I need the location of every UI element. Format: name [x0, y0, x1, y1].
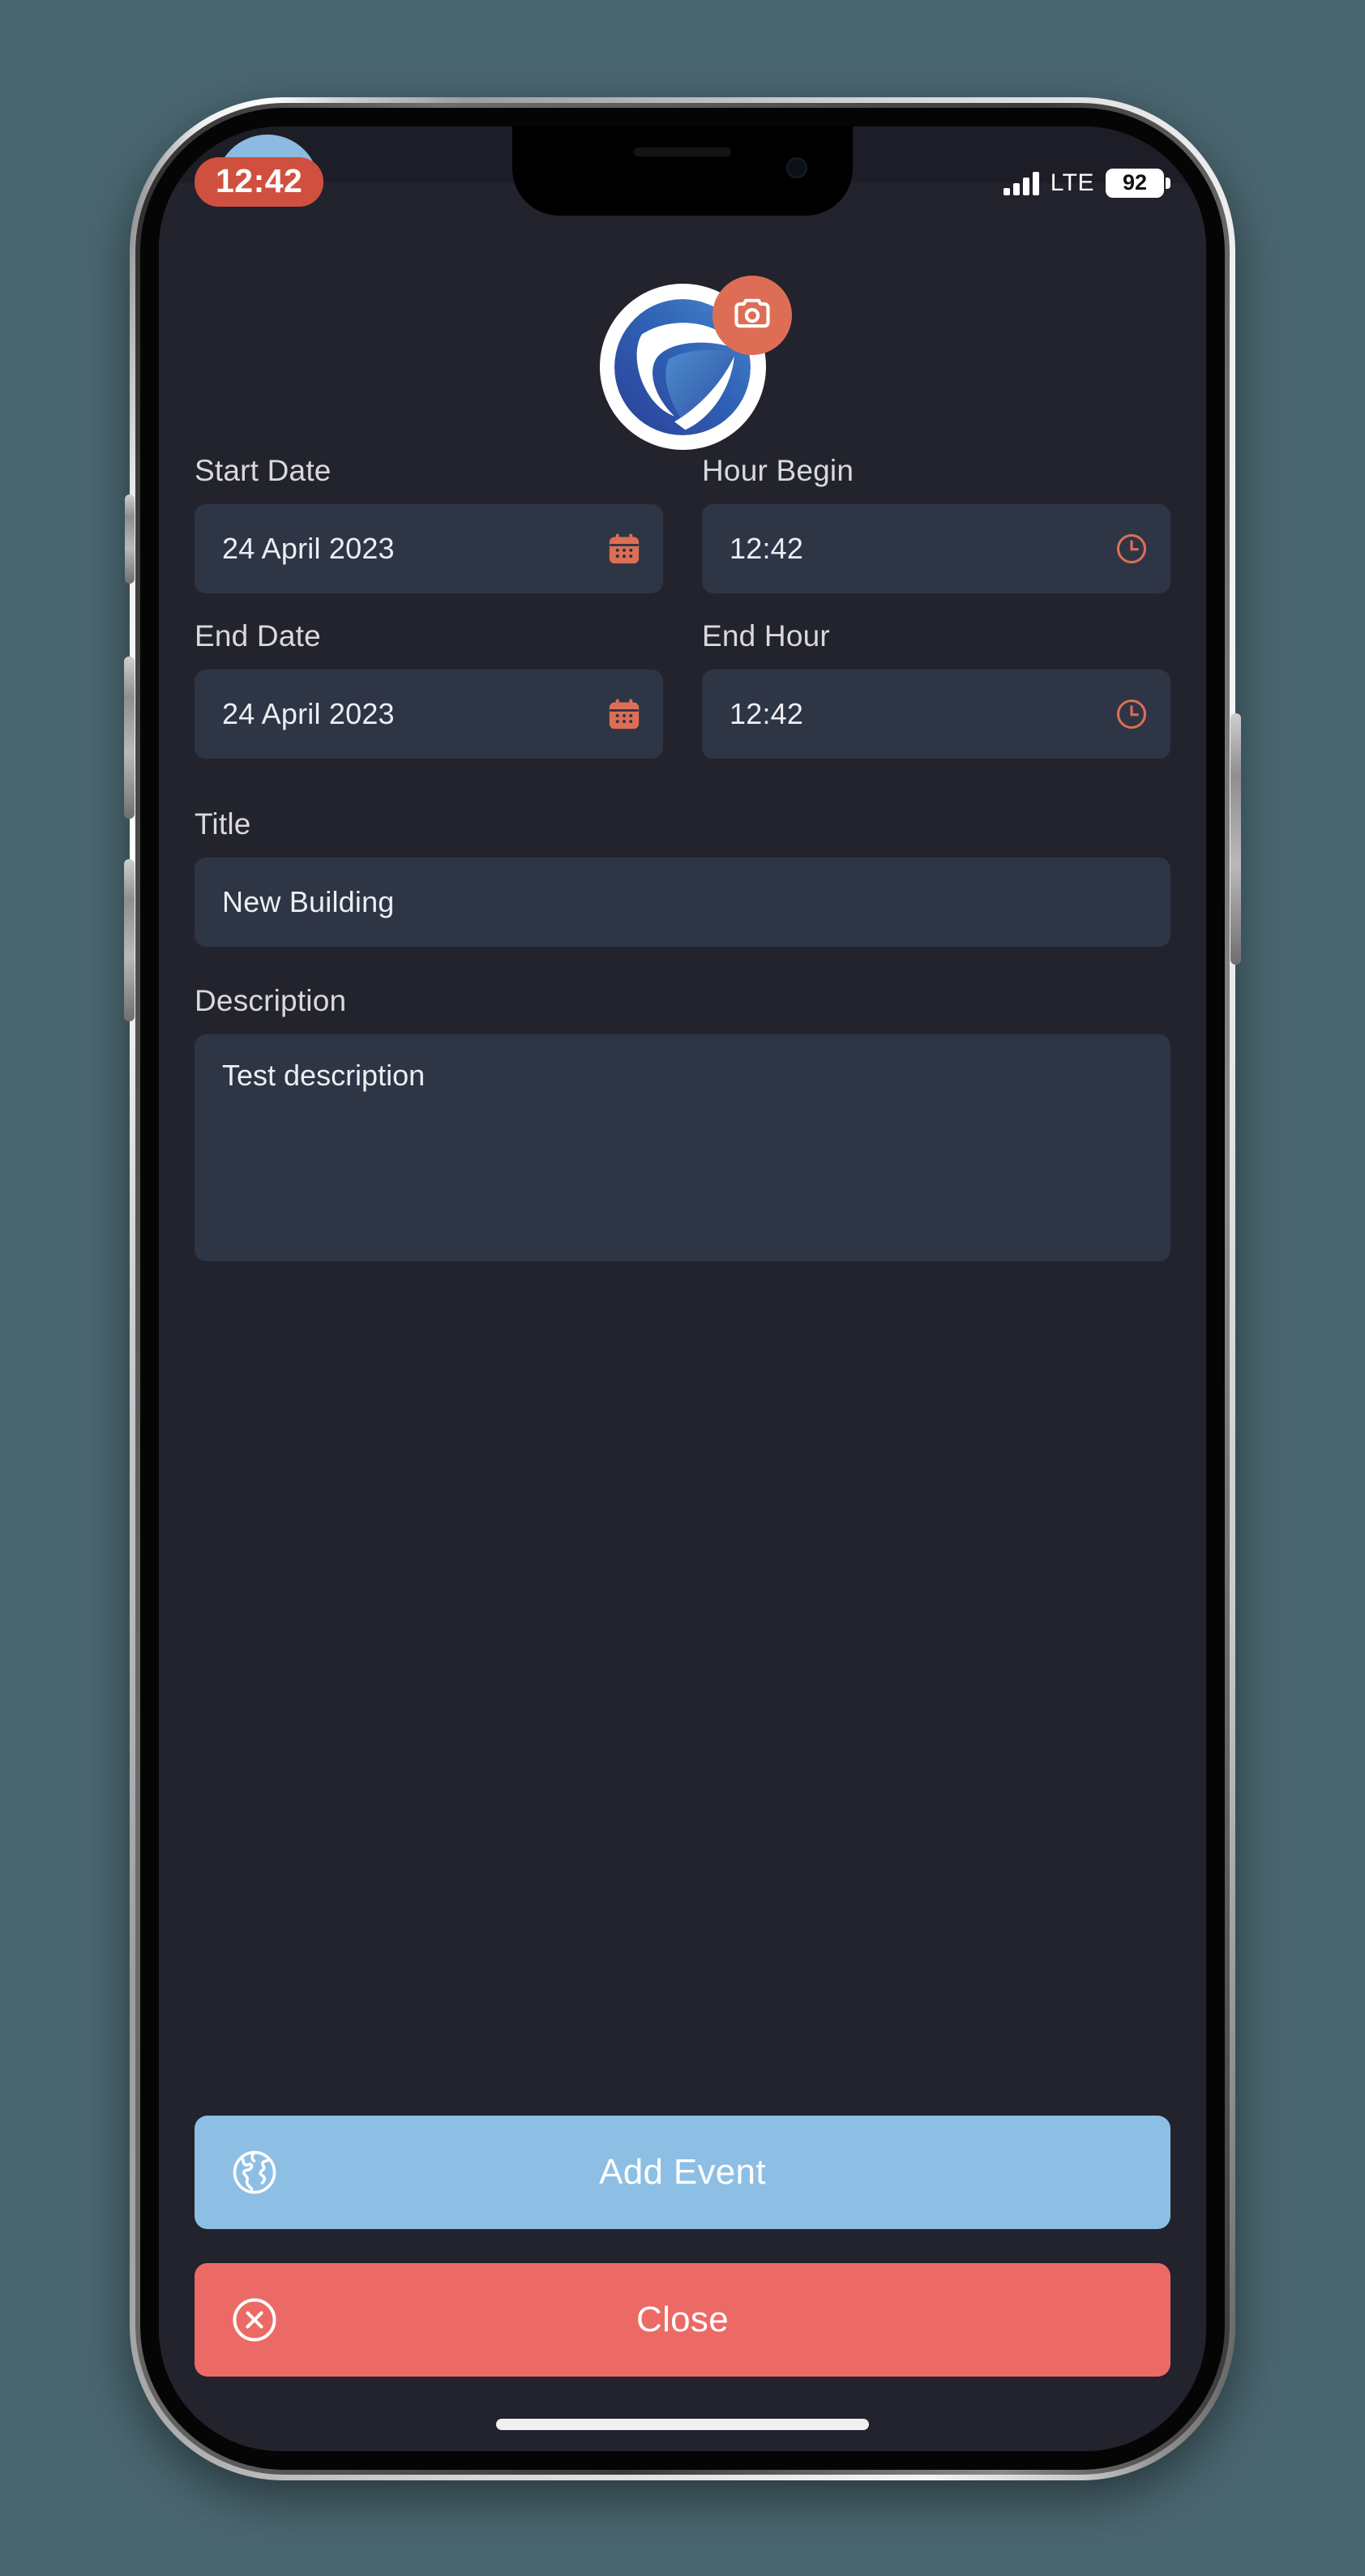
- date-time-row-start: Start Date 24 April 2023 Hour Begin 12:4…: [195, 454, 1170, 593]
- home-indicator[interactable]: [496, 2419, 869, 2430]
- start-date-value: 24 April 2023: [222, 532, 395, 565]
- end-hour-label: End Hour: [702, 619, 830, 653]
- modal-actions: Add Event Close: [195, 2116, 1170, 2451]
- description-group: Description Test description: [195, 984, 1170, 1261]
- title-label: Title: [195, 807, 251, 841]
- hour-begin-label: Hour Begin: [702, 454, 854, 487]
- network-type-label: LTE: [1050, 169, 1094, 196]
- mute-switch-button[interactable]: [125, 494, 135, 584]
- end-hour-input[interactable]: 12:42: [702, 670, 1170, 759]
- end-date-value: 24 April 2023: [222, 697, 395, 730]
- hour-begin-input[interactable]: 12:42: [702, 504, 1170, 593]
- close-label: Close: [636, 2300, 729, 2339]
- status-time: 12:42: [195, 157, 324, 207]
- volume-down-button[interactable]: [124, 859, 135, 1021]
- close-button[interactable]: Close: [195, 2263, 1170, 2377]
- title-value: New Building: [222, 885, 395, 918]
- start-date-group: Start Date 24 April 2023: [195, 454, 663, 593]
- camera-icon: [731, 293, 773, 339]
- calendar-icon[interactable]: [606, 531, 642, 567]
- hour-begin-value: 12:42: [730, 532, 804, 565]
- battery-icon: 92: [1106, 168, 1170, 198]
- status-indicators: LTE 92: [1003, 168, 1170, 198]
- status-bar: 12:42 LTE 92: [159, 126, 1206, 228]
- end-date-label: End Date: [195, 619, 321, 653]
- close-circle-icon: [229, 2294, 280, 2346]
- add-event-modal: Start Date 24 April 2023 Hour Begin 12:4…: [159, 183, 1206, 2451]
- hour-begin-group: Hour Begin 12:42: [702, 454, 1170, 593]
- end-hour-value: 12:42: [730, 697, 804, 730]
- end-hour-group: End Hour 12:42: [702, 619, 1170, 759]
- app-logo[interactable]: [599, 276, 792, 450]
- title-group: Title New Building: [195, 807, 1170, 947]
- end-date-group: End Date 24 April 2023: [195, 619, 663, 759]
- clock-icon[interactable]: [1114, 696, 1149, 732]
- start-date-input[interactable]: 24 April 2023: [195, 504, 663, 593]
- start-date-label: Start Date: [195, 454, 332, 487]
- battery-level-label: 92: [1122, 170, 1148, 195]
- description-value: Test description: [222, 1059, 426, 1092]
- description-label: Description: [195, 984, 347, 1017]
- cellular-signal-icon: [1003, 171, 1039, 195]
- date-time-row-end: End Date 24 April 2023 End Hour 12:42: [195, 619, 1170, 759]
- title-input[interactable]: New Building: [195, 858, 1170, 947]
- phone-screen: Start Date 24 April 2023 Hour Begin 12:4…: [159, 126, 1206, 2451]
- globe-icon: [229, 2146, 280, 2198]
- description-input[interactable]: Test description: [195, 1034, 1170, 1261]
- volume-up-button[interactable]: [124, 657, 135, 819]
- calendar-icon[interactable]: [606, 696, 642, 732]
- clock-icon[interactable]: [1114, 531, 1149, 567]
- logo-area: [195, 276, 1170, 454]
- end-date-input[interactable]: 24 April 2023: [195, 670, 663, 759]
- add-event-button[interactable]: Add Event: [195, 2116, 1170, 2229]
- phone-device: Start Date 24 April 2023 Hour Begin 12:4…: [124, 97, 1241, 2480]
- power-button[interactable]: [1230, 713, 1241, 965]
- camera-badge-button[interactable]: [712, 276, 792, 355]
- add-event-label: Add Event: [599, 2152, 766, 2192]
